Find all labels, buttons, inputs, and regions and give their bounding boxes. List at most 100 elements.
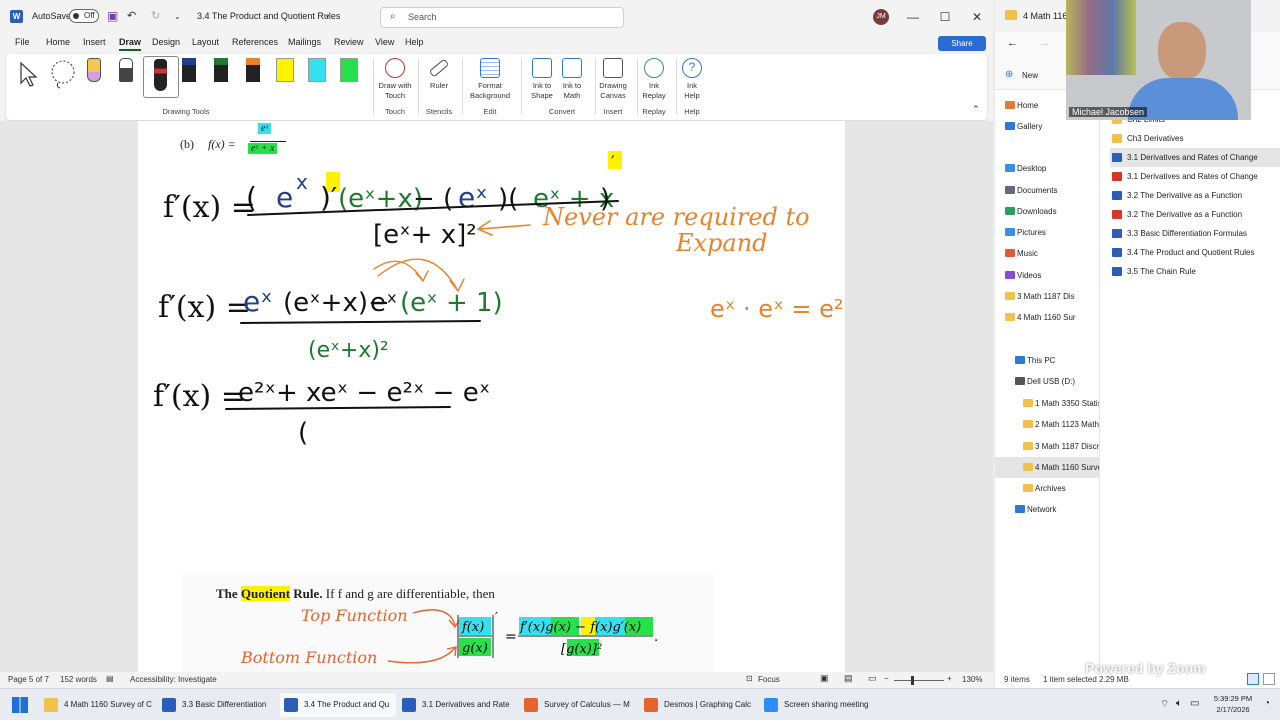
nav-item[interactable]: Network [995,499,1099,520]
ink-to-math-button[interactable]: Ink to Math [552,56,592,101]
ink-replay-button[interactable]: Ink Replay [634,56,674,101]
pencil-icon[interactable] [119,58,133,82]
autosave-toggle[interactable]: Off [69,9,99,23]
collapse-ribbon-icon[interactable]: ⌃ [972,104,980,115]
maximize-icon[interactable]: ☐ [936,8,954,26]
accessibility-status[interactable]: Accessibility: Investigate [130,675,217,684]
details-view-icon[interactable] [1247,673,1259,685]
nav-item[interactable]: Downloads [995,201,1099,222]
file-list-item[interactable]: 3.3 Basic Differentiation Formulas [1110,224,1280,243]
orange-pen-icon[interactable] [246,58,260,82]
zoom-slider[interactable] [894,680,944,681]
file-list-item[interactable]: 3.5 The Chain Rule [1110,262,1280,281]
file-list-item[interactable]: 3.2 The Derivative as a Function [1110,186,1280,205]
nav-item[interactable]: 4 Math 1160 Sur [995,307,1099,328]
document-page[interactable]: (b) f(x) = eˣ eˣ + x f′(x) = ( e x )′ (e… [138,121,845,672]
close-icon[interactable]: ✕ [968,8,986,26]
focus-button[interactable]: Focus [758,675,780,684]
battery-icon[interactable]: ▭ [1190,698,1199,709]
nav-item[interactable]: Documents [995,180,1099,201]
tiles-view-icon[interactable] [1263,673,1275,685]
format-background-button[interactable]: Format Background [464,56,516,101]
file-list-item[interactable]: 3.2 The Derivative as a Function [1110,205,1280,224]
ruler-button[interactable]: Ruler [419,56,459,91]
taskbar-app[interactable]: 4 Math 1160 Survey of C [40,693,156,717]
forward-arrow-icon[interactable]: → [1039,37,1050,49]
nav-item[interactable]: 3 Math 1187 Discr [995,436,1099,457]
redo-icon[interactable]: ↻ [151,0,160,33]
document-title[interactable]: 3.4 The Product and Quotient Rules [197,11,340,21]
cyan-highlighter-icon[interactable] [308,58,326,82]
taskbar-app[interactable]: Desmos | Graphing Calc [640,693,758,717]
tab-design[interactable]: Design [152,37,180,47]
taskbar-app[interactable]: 3.1 Derivatives and Rate [398,693,518,717]
minimize-icon[interactable]: — [904,8,922,26]
nav-item[interactable]: Videos [995,265,1099,286]
draw-with-touch-button[interactable]: Draw with Touch [375,56,415,101]
network-icon[interactable]: ⌔ [1160,698,1169,711]
yellow-highlighter-icon[interactable] [276,58,294,82]
file-list-item[interactable]: Ch3 Derivatives [1110,129,1280,148]
taskbar-app[interactable]: 3.4 The Product and Qu [280,693,396,717]
notification-bell-icon[interactable]: ◔ [1264,698,1270,709]
read-mode-icon[interactable]: ▣ [820,673,829,684]
lasso-select-icon[interactable] [48,59,78,89]
undo-icon[interactable]: ↶ [127,0,136,33]
web-layout-icon[interactable]: ▭ [868,673,877,684]
customize-qat-icon[interactable]: ⌄ [174,0,181,33]
nav-item[interactable]: Dell USB (D:) [995,371,1099,392]
tab-review[interactable]: Review [334,37,364,47]
tab-file[interactable]: File [15,37,30,47]
eraser-pen-icon[interactable] [87,58,101,82]
word-count[interactable]: 152 words [60,675,97,684]
search-input[interactable]: ⌕ Search [380,7,624,28]
zoom-level[interactable]: 130% [962,675,982,684]
nav-item[interactable]: Archives [995,478,1099,499]
taskbar-app[interactable]: Survey of Calculus — M [520,693,638,717]
tab-draw[interactable]: Draw [119,37,142,51]
ink-help-button[interactable]: ? Ink Help [672,56,712,101]
file-list-item[interactable]: 3.1 Derivatives and Rates of Change [1110,148,1280,167]
file-list-item[interactable]: 3.4 The Product and Quotient Rules [1110,243,1280,262]
avatar[interactable]: JM [873,9,889,25]
taskbar-app[interactable]: Screen sharing meeting [760,693,880,717]
taskbar-app[interactable]: 3.3 Basic Differentiation [158,693,278,717]
share-button[interactable]: Share [938,36,986,51]
selected-pen-slot[interactable] [143,56,179,98]
focus-icon[interactable]: ⊡ [746,674,753,683]
tab-layout[interactable]: Layout [192,37,219,47]
nav-item[interactable]: 2 Math 1123 Math [995,414,1099,435]
volume-icon[interactable]: 🔈︎ [1176,698,1182,709]
nav-item[interactable]: Desktop [995,158,1099,179]
system-clock[interactable]: 5:39:29 PM 2/17/2026 [1208,693,1258,715]
tab-home[interactable]: Home [46,37,70,47]
new-button[interactable]: New [1022,71,1038,80]
nav-item[interactable]: Music [995,243,1099,264]
tab-view[interactable]: View [375,37,394,47]
tab-help[interactable]: Help [405,37,424,47]
green-pen-icon[interactable] [214,58,228,82]
explorer-tab-title[interactable]: 4 Math 1160 [1023,11,1072,21]
zoom-in-icon[interactable]: + [947,674,952,683]
zoom-out-icon[interactable]: − [884,674,889,683]
select-arrow-icon[interactable] [18,61,40,87]
file-list-item[interactable]: 3.1 Derivatives and Rates of Change [1110,167,1280,186]
print-layout-icon[interactable]: ▤ [844,673,853,684]
tab-insert[interactable]: Insert [83,37,106,47]
nav-item[interactable]: This PC [995,350,1099,371]
save-icon[interactable]: ▣ [107,0,118,33]
tab-references[interactable]: References [232,37,278,47]
page-count[interactable]: Page 5 of 7 [8,675,49,684]
windows-start-icon[interactable] [12,697,28,713]
nav-item[interactable]: 1 Math 3350 Statis [995,393,1099,414]
green-highlighter-icon[interactable] [340,58,358,82]
zoom-slider-thumb[interactable] [911,676,914,685]
tab-mailings[interactable]: Mailings [288,37,321,47]
title-chevron-down-icon[interactable]: ⌄ [324,10,331,19]
drawing-canvas-button[interactable]: Drawing Canvas [593,56,633,101]
new-plus-icon[interactable]: ⊕ [1005,69,1013,80]
back-arrow-icon[interactable]: ← [1007,37,1018,49]
blue-pen-icon[interactable] [182,58,196,82]
proofing-icon[interactable]: ▤ [106,674,114,683]
nav-item[interactable]: 3 Math 1187 Dis [995,286,1099,307]
